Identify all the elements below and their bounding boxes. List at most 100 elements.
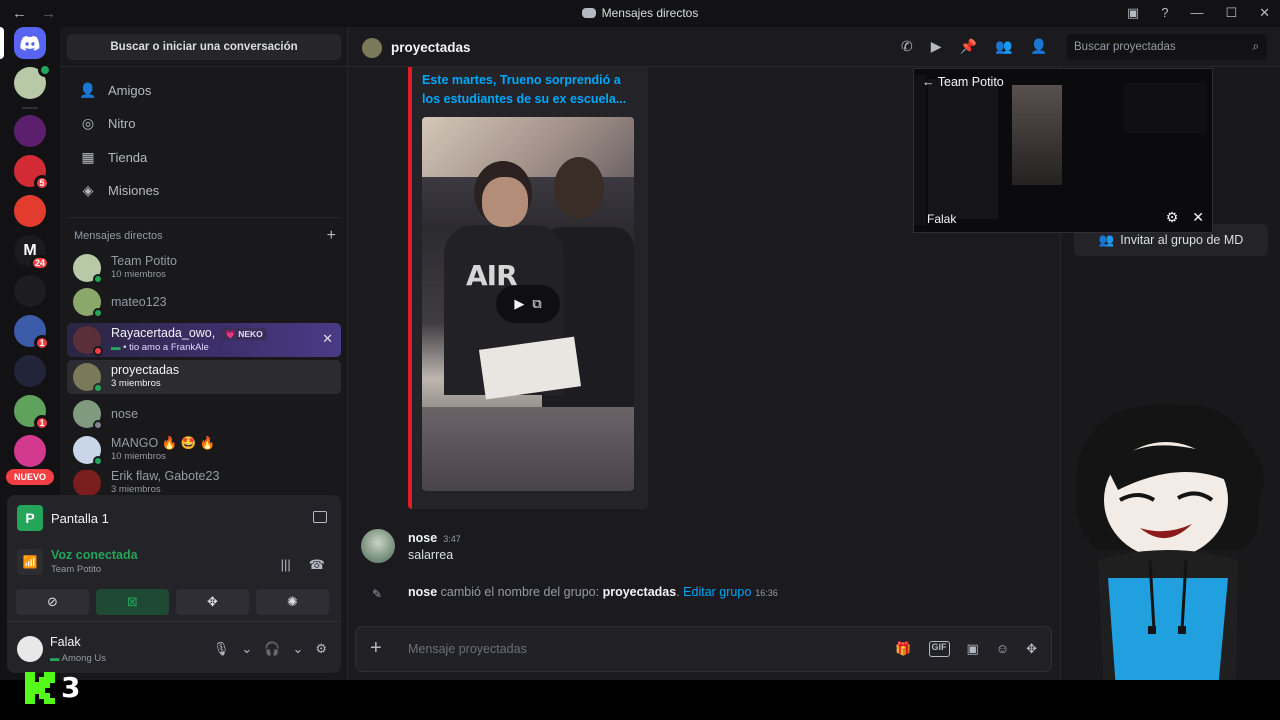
play-icon[interactable]: ▶ [514,296,524,312]
dm-item[interactable]: Team Potito 10 miembros [67,251,341,285]
window-title: Mensajes directos [0,6,1280,20]
microphone-icon[interactable]: 🎙 [213,641,230,657]
server-icon[interactable] [14,195,46,227]
header-actions: ✆ ▶ 📌 👥 👤 [901,38,1048,55]
maximize-icon[interactable]: ☐ [1225,5,1237,21]
camera-button[interactable]: ⊘ [16,589,89,615]
open-external-icon[interactable]: ⧉ [532,296,541,312]
share-screen-button[interactable]: ⊠ [96,589,169,615]
popout-title[interactable]: ← Team Potito [922,75,1004,89]
screen-share-icon: ⊠ [127,594,138,609]
stream-preview[interactable]: P Pantalla 1 [17,505,109,531]
voice-actions: ||| ☎ [281,557,325,573]
search-icon: ⌕ [1252,41,1259,53]
disconnect-icon[interactable]: ☎ [309,557,325,573]
dm-item[interactable]: nose [67,397,341,431]
voice-connection: 📶 Voz conectada Team Potito [17,548,138,575]
shop-icon: ▦ [81,148,95,165]
composer-actions: 🎁 GIF ▣ ☺ ✥ [895,641,1037,657]
activities-button[interactable]: ✥ [176,589,249,615]
quests-icon: ◈ [82,181,94,198]
server-icon[interactable]: 1 [14,395,50,431]
embed-video[interactable]: AIR ▶ ⧉ [422,117,634,491]
message-author[interactable]: nose [408,531,437,545]
dm-item-highlighted[interactable]: Rayacertada_owo, 💗 NEKO ▬ • tio amo a Fra… [67,323,341,357]
server-icon[interactable] [14,355,46,387]
create-dm-icon[interactable]: + [327,228,336,244]
member-list-icon[interactable]: 👤 [1030,38,1047,55]
group-avatar [362,38,382,58]
chevron-down-icon[interactable]: ⌄ [292,641,303,657]
signal-icon[interactable]: 📶 [17,548,43,575]
dm-item-selected[interactable]: proyectadas 3 miembros [67,360,341,394]
video-controls[interactable]: ▶ ⧉ [496,285,560,323]
server-icon[interactable] [14,435,46,467]
server-icon[interactable] [14,275,46,307]
video-call-icon[interactable]: ▶ [931,38,942,55]
avatar [73,400,103,430]
embed-title-link[interactable]: Este martes, Trueno sorprendió a los est… [422,71,642,109]
inbox-icon[interactable]: ▣ [1127,5,1139,21]
search-input[interactable]: Buscar proyectadas ⌕ [1067,34,1267,60]
gif-icon[interactable]: GIF [928,641,950,657]
discord-logo-icon [581,8,596,18]
server-icon[interactable] [14,115,46,147]
divider [68,217,340,218]
bottom-overlay-bar [0,680,1280,720]
message-input[interactable]: Mensaje proyectadas [408,642,527,656]
nav-quests[interactable]: ◈ Misiones [68,174,340,206]
add-friends-icon[interactable]: 👥 [995,38,1012,55]
settings-gear-icon[interactable]: ⚙ [315,641,327,657]
nav-shop[interactable]: ▦ Tienda [68,141,340,173]
chevron-down-icon[interactable]: ⌄ [241,641,252,657]
noise-suppression-icon[interactable]: ||| [281,557,291,573]
popout-actions: ⚙ ✕ [1166,209,1204,226]
chat-header: proyectadas ✆ ▶ 📌 👥 👤 Buscar proyectadas… [348,27,1280,67]
nav-nitro[interactable]: ◎ Nitro [68,107,340,139]
attach-plus-icon[interactable]: + [370,637,382,660]
dm-item[interactable]: Erik flaw, Gabote23 3 miembros [67,470,341,496]
settings-gear-icon[interactable]: ⚙ [1166,209,1179,226]
game-icon: ▬ [50,653,60,664]
stream-popout[interactable]: ← Team Potito Falak ⚙ ✕ [913,68,1213,233]
message: nose 3:47 salarrea [361,529,1041,569]
minimize-icon[interactable]: — [1190,5,1203,21]
avatar [73,363,103,393]
apps-icon[interactable]: ✥ [1026,641,1037,657]
avatar [73,326,103,356]
soundboard-button[interactable]: ✺ [256,589,329,615]
user-panel: Falak ▬ Among Us 🎙 ⌄ 🎧 ⌄ ⚙ [7,621,341,673]
edit-group-link[interactable]: Editar grupo [683,585,751,599]
close-popout-icon[interactable]: ✕ [1192,209,1204,226]
soundboard-icon: ✺ [287,594,298,609]
tag-badge: 💗 NEKO [221,327,267,340]
avatar [73,436,103,466]
find-conversation-button[interactable]: Buscar o iniciar una conversación [67,34,341,60]
home-button[interactable] [14,27,46,59]
server-icon[interactable]: 5 [14,155,50,191]
user-avatar[interactable] [17,636,43,662]
avatar[interactable] [361,529,395,563]
close-dm-icon[interactable]: ✕ [322,331,333,347]
pin-icon[interactable]: 📌 [960,38,977,55]
voice-call-icon[interactable]: ✆ [901,38,913,55]
screen-share-panel: P Pantalla 1 📶 Voz conectada Team Potito… [7,495,341,621]
back-arrow-icon[interactable]: ← [922,75,938,89]
avatar [73,470,101,496]
nitro-icon: ◎ [81,114,95,131]
server-icon[interactable]: 1 [14,315,50,351]
stop-stream-icon[interactable] [313,511,327,523]
headphones-icon[interactable]: 🎧 [264,641,280,657]
dm-item[interactable]: mateo123 [67,285,341,319]
streamer-avatar-overlay [1075,404,1264,700]
server-icon[interactable] [14,63,52,99]
sticker-icon[interactable]: ▣ [967,641,979,657]
help-icon[interactable]: ? [1161,5,1168,21]
nav-friends[interactable]: 👤 Amigos [68,74,340,106]
message-composer[interactable]: + Mensaje proyectadas 🎁 GIF ▣ ☺ ✥ [355,626,1052,672]
server-icon[interactable]: M 24 [14,235,50,271]
dm-item[interactable]: MANGO 🔥 🤩 🔥 10 miembros [67,433,341,467]
emoji-icon[interactable]: ☺ [996,641,1009,657]
gift-icon[interactable]: 🎁 [895,641,911,657]
close-window-icon[interactable]: ✕ [1259,5,1270,21]
